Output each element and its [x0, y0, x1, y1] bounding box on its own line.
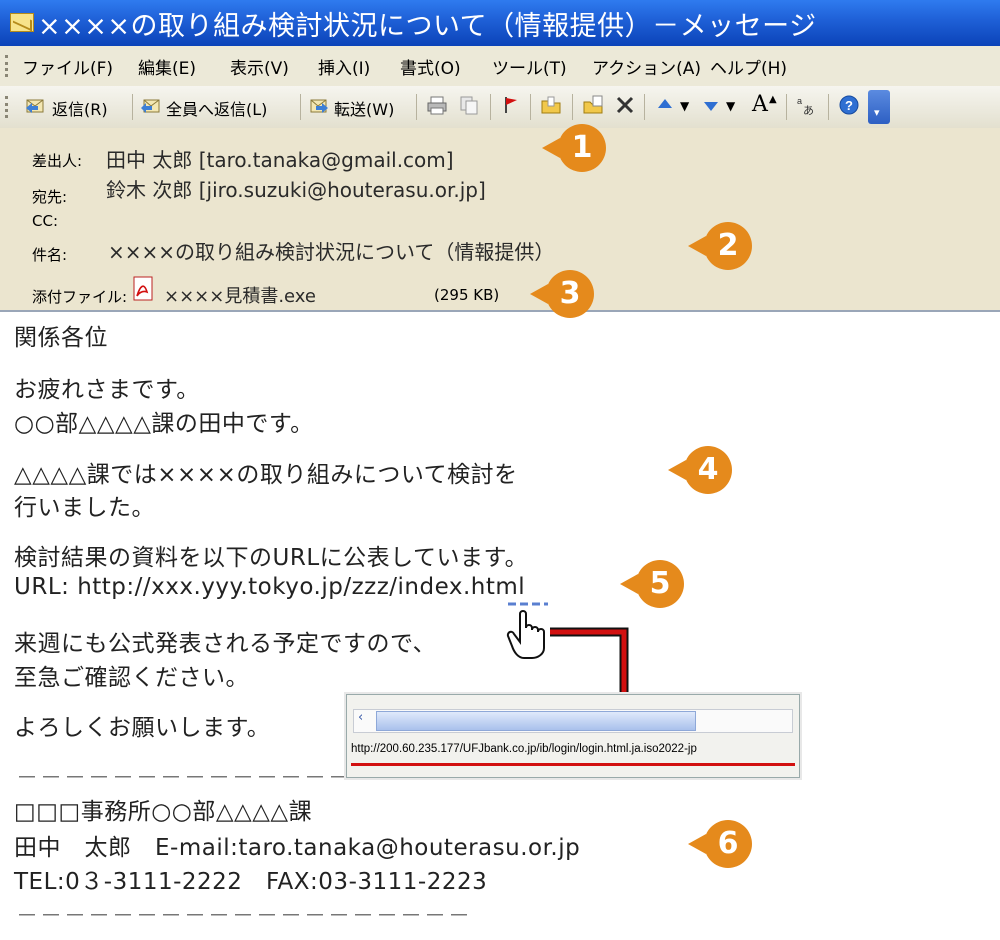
- body-line: 至急ご確認ください。: [14, 665, 249, 691]
- svg-text:a: a: [797, 96, 802, 106]
- toolbar-separator: [132, 94, 133, 120]
- reply-all-button[interactable]: 全員へ返信(L): [136, 86, 296, 128]
- reply-label: 返信(R): [52, 100, 108, 119]
- font-size-arrow-icon: ▲: [769, 94, 777, 105]
- reply-all-icon: [141, 99, 160, 113]
- greeting: 関係各位: [14, 325, 108, 351]
- status-bar-url: http://200.60.235.177/UFJbank.co.jp/ib/l…: [351, 743, 697, 755]
- print-icon[interactable]: [426, 94, 448, 116]
- body-line: ○○部△△△△課の田中です。: [14, 411, 314, 437]
- menu-help[interactable]: ヘルプ(H): [710, 54, 787, 79]
- window-title: ××××の取り組み検討状況について（情報提供）－メッセージ: [38, 11, 817, 42]
- callout-2: 2: [688, 222, 752, 270]
- move-to-folder-icon[interactable]: [540, 94, 562, 116]
- toolbar-grip: [5, 96, 11, 118]
- suspicious-link[interactable]: URL: http://xxx.yyy.tokyo.jp/zzz/index.h…: [14, 574, 525, 600]
- body-line: 検討結果の資料を以下のURLに公表しています。: [14, 545, 529, 571]
- next-item-dropdown-icon[interactable]: ▼: [726, 99, 735, 113]
- svg-text:あ: あ: [803, 104, 814, 116]
- menu-format[interactable]: 書式(O): [400, 54, 461, 79]
- callout-1: 1: [542, 124, 606, 172]
- menu-actions[interactable]: アクション(A): [592, 54, 701, 79]
- toolbar-separator: [644, 94, 645, 120]
- body-line: 来週にも公式発表される予定ですので、: [14, 631, 437, 657]
- to-label: 宛先:: [32, 188, 68, 206]
- reply-button[interactable]: 返信(R): [18, 86, 130, 128]
- reply-icon: [26, 99, 44, 113]
- menu-view[interactable]: 表示(V): [230, 54, 289, 79]
- menu-grip: [5, 55, 11, 77]
- callout-5: 5: [620, 560, 684, 608]
- translate-icon[interactable]: a あ: [796, 94, 818, 116]
- status-bar-panel: ‹ http://200.60.235.177/UFJbank.co.jp/ib…: [346, 694, 800, 778]
- signature-line: TEL:0３-3111-2222 FAX:03-3111-2223: [14, 869, 488, 895]
- toolbar-separator: [786, 94, 787, 120]
- next-item-icon[interactable]: [700, 94, 722, 116]
- toolbar-separator: [572, 94, 573, 120]
- menu-file[interactable]: ファイル(F): [22, 54, 113, 79]
- forward-button[interactable]: 転送(W): [304, 86, 412, 128]
- cc-label: CC:: [32, 212, 59, 230]
- toolbar-separator: [416, 94, 417, 120]
- menu-edit[interactable]: 編集(E): [138, 54, 196, 79]
- horizontal-scrollbar[interactable]: ‹: [353, 709, 793, 733]
- toolbar-separator: [828, 94, 829, 120]
- envelope-icon: [10, 13, 34, 32]
- menu-tools[interactable]: ツール(T): [492, 54, 567, 79]
- toolbar: 返信(R) 全員へ返信(L) 転送(W) ▼ ▼ A ▲ a あ ? ▾: [0, 86, 1000, 129]
- overflow-chevron-icon: ▾: [874, 106, 880, 119]
- reply-all-label: 全員へ返信(L): [166, 100, 268, 119]
- status-url-underline: [351, 763, 795, 766]
- subject-label: 件名:: [32, 246, 68, 264]
- signature-divider: －－－－－－－－－－－－－－－－－－－: [16, 904, 473, 929]
- attachment-size: (295 KB): [434, 286, 500, 304]
- window-title-bar[interactable]: ××××の取り組み検討状況について（情報提供）－メッセージ: [0, 0, 1000, 46]
- body-line: お疲れさまです。: [14, 377, 200, 403]
- scroll-left-icon[interactable]: ‹: [358, 710, 363, 725]
- from-label: 差出人:: [32, 152, 83, 170]
- body-line: よろしくお願いします。: [14, 715, 271, 741]
- toolbar-separator: [300, 94, 301, 120]
- callout-4: 4: [668, 446, 732, 494]
- menu-bar: ファイル(F) 編集(E) 表示(V) 挿入(I) 書式(O) ツール(T) ア…: [0, 46, 1000, 87]
- help-icon[interactable]: ?: [838, 94, 860, 116]
- attachment-item[interactable]: [132, 276, 164, 304]
- forward-icon: [310, 99, 328, 113]
- copy-icon[interactable]: [458, 94, 480, 116]
- previous-item-icon[interactable]: [654, 94, 676, 116]
- signature-line: □□□事務所○○部△△△△課: [14, 799, 313, 825]
- toolbar-separator: [530, 94, 531, 120]
- scrollbar-thumb[interactable]: [376, 711, 696, 731]
- body-line: 行いました。: [14, 495, 155, 521]
- copy-to-folder-icon[interactable]: [582, 94, 604, 116]
- menu-insert[interactable]: 挿入(I): [318, 54, 370, 79]
- pdf-file-icon: [133, 276, 153, 301]
- attachment-label: 添付ファイル:: [32, 288, 128, 306]
- from-value[interactable]: 田中 太郎 [taro.tanaka@gmail.com]: [106, 144, 454, 173]
- forward-label: 転送(W): [334, 100, 395, 119]
- callout-3: 3: [530, 270, 594, 318]
- to-value[interactable]: 鈴木 次郎 [jiro.suzuki@houterasu.or.jp]: [106, 174, 486, 203]
- attachment-name[interactable]: ××××見積書.exe: [164, 282, 316, 308]
- delete-icon[interactable]: [614, 94, 636, 116]
- font-size-button[interactable]: A: [752, 92, 768, 117]
- subject-value: ××××の取り組み検討状況について（情報提供）: [108, 240, 555, 264]
- flag-icon[interactable]: [500, 94, 522, 116]
- previous-item-dropdown-icon[interactable]: ▼: [680, 99, 689, 113]
- toolbar-overflow-button[interactable]: ▾: [868, 90, 890, 124]
- body-line: △△△△課では××××の取り組みについて検討を: [14, 462, 518, 488]
- toolbar-separator: [490, 94, 491, 120]
- signature-line: 田中 太郎 E-mail:taro.tanaka@houterasu.or.jp: [14, 835, 581, 861]
- message-header: 差出人: 田中 太郎 [taro.tanaka@gmail.com] 宛先: 鈴…: [0, 128, 1000, 312]
- callout-6: 6: [688, 820, 752, 868]
- svg-text:?: ?: [845, 98, 853, 113]
